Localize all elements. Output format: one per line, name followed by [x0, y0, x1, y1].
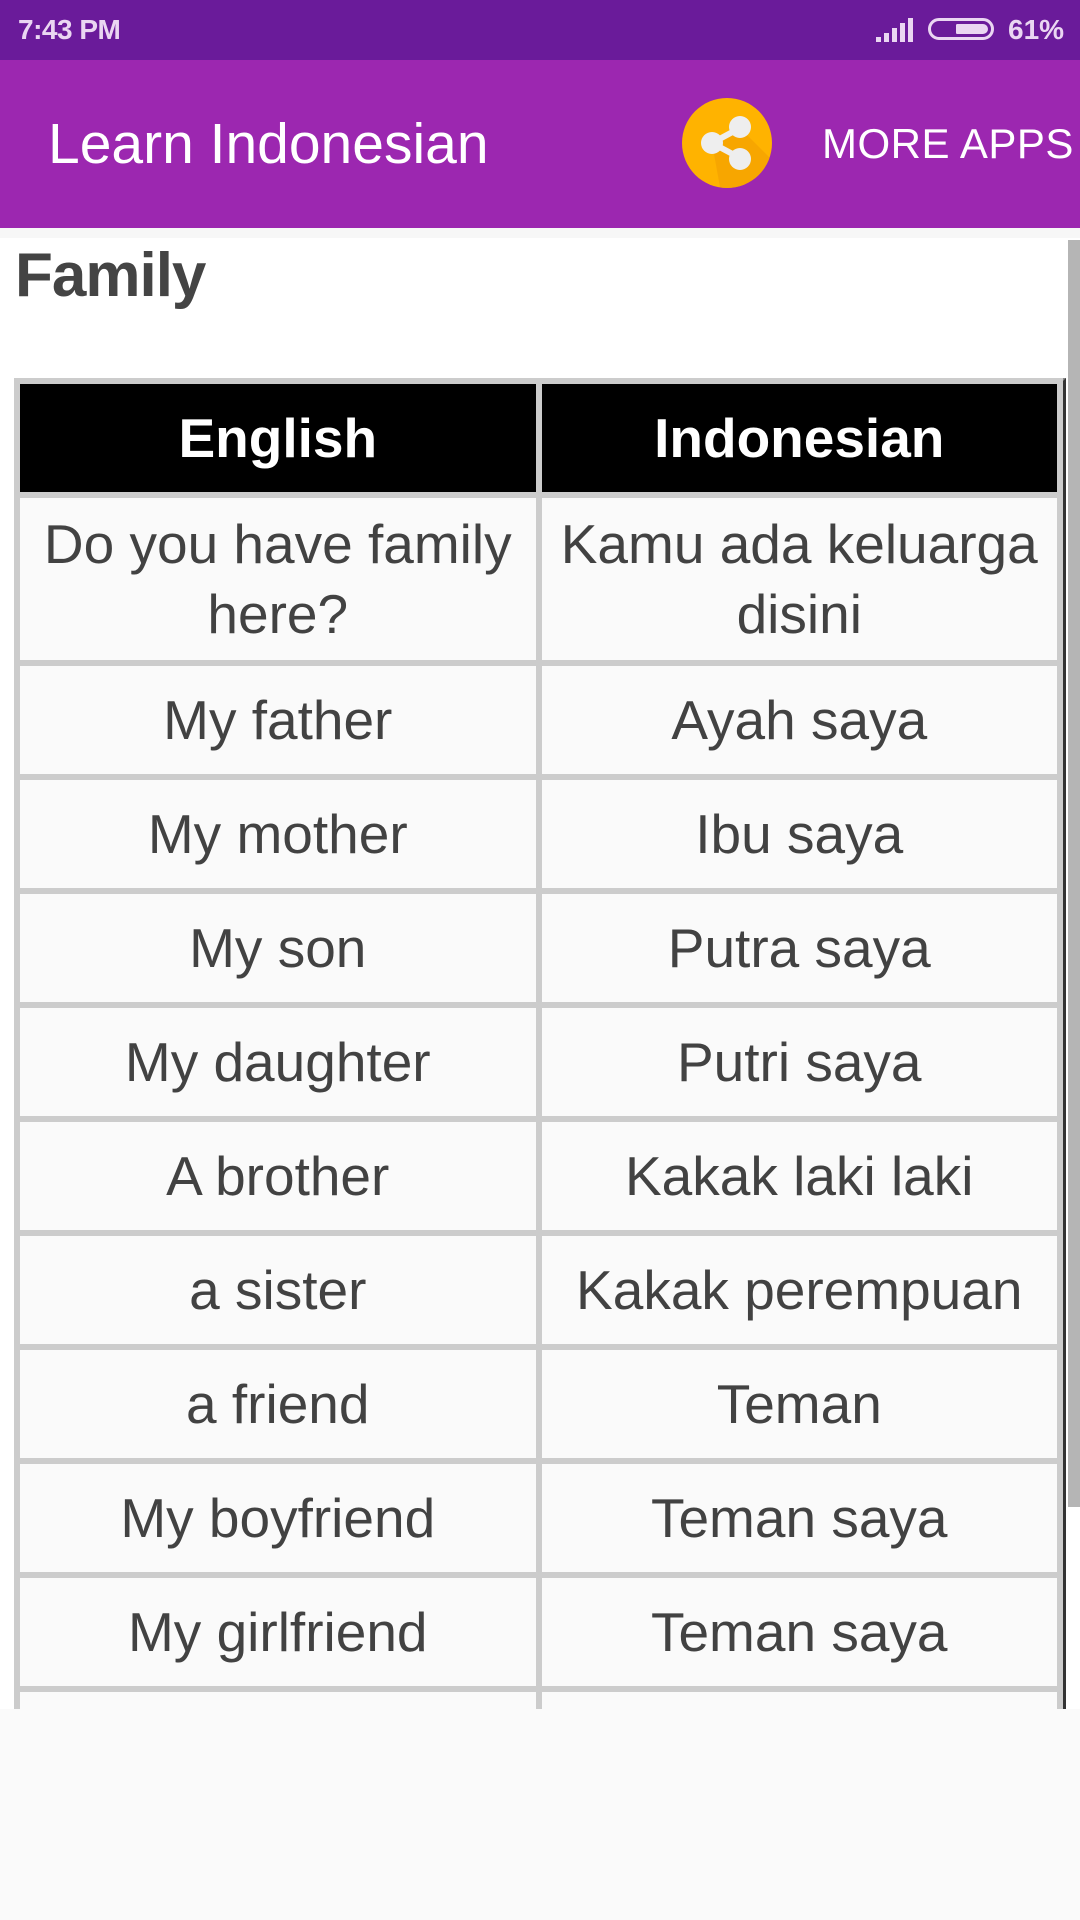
cellular-signal-icon [876, 18, 913, 42]
english-cell: Do you have family here? [20, 498, 536, 660]
english-cell: a friend [20, 1350, 536, 1458]
indonesian-cell: Kamu ada keluarga disini [541, 498, 1057, 660]
table-row: My son Putra saya [20, 894, 1057, 1002]
table-row: a friend Teman [20, 1350, 1057, 1458]
battery-icon [928, 18, 994, 40]
english-cell: My boyfriend [20, 1464, 536, 1572]
indonesian-cell: Putri saya [541, 1008, 1057, 1116]
table-row: Do you have family here? Kamu ada keluar… [20, 498, 1057, 660]
indonesian-cell [541, 1692, 1057, 1709]
indonesian-cell: Kakak laki laki [541, 1122, 1057, 1230]
indonesian-cell: Teman saya [541, 1464, 1057, 1572]
share-icon [701, 116, 772, 188]
english-cell: A brother [20, 1122, 536, 1230]
english-cell: My father [20, 666, 536, 774]
english-cell [20, 1692, 536, 1709]
english-cell: My daughter [20, 1008, 536, 1116]
table-row: My boyfriend Teman saya [20, 1464, 1057, 1572]
english-cell: a sister [20, 1236, 536, 1344]
table-row: My father Ayah saya [20, 666, 1057, 774]
status-bar: 7:43 PM 61% [0, 0, 1080, 60]
header-english: English [20, 384, 536, 492]
section-title: Family [15, 241, 206, 310]
english-cell: My mother [20, 780, 536, 888]
table-row [20, 1692, 1057, 1709]
share-button[interactable] [682, 98, 772, 188]
english-cell: My son [20, 894, 536, 1002]
table-row: My daughter Putri saya [20, 1008, 1057, 1116]
table-row: My mother Ibu saya [20, 780, 1057, 888]
app-bar: Learn Indonesian MORE APPS [0, 60, 1080, 228]
status-time: 7:43 PM [18, 14, 121, 45]
phrase-table: English Indonesian Do you have family he… [14, 378, 1066, 1709]
table-header-row: English Indonesian [20, 384, 1057, 492]
more-apps-button[interactable]: MORE APPS [822, 120, 1074, 168]
indonesian-cell: Teman saya [541, 1578, 1057, 1686]
english-cell: My girlfriend [20, 1578, 536, 1686]
app-title: Learn Indonesian [48, 112, 489, 176]
table-row: a sister Kakak perempuan [20, 1236, 1057, 1344]
table-row: My girlfriend Teman saya [20, 1578, 1057, 1686]
table-row: A brother Kakak laki laki [20, 1122, 1057, 1230]
indonesian-cell: Ibu saya [541, 780, 1057, 888]
indonesian-cell: Kakak perempuan [541, 1236, 1057, 1344]
battery-percent: 61% [1008, 14, 1065, 45]
indonesian-cell: Putra saya [541, 894, 1057, 1002]
indonesian-cell: Ayah saya [541, 666, 1057, 774]
header-indonesian: Indonesian [541, 384, 1057, 492]
battery-level [956, 24, 988, 34]
indonesian-cell: Teman [541, 1350, 1057, 1458]
content-area: Family English Indonesian Do you have fa… [0, 228, 1080, 1709]
scrollbar[interactable] [1068, 240, 1080, 1507]
divider [0, 228, 1080, 238]
